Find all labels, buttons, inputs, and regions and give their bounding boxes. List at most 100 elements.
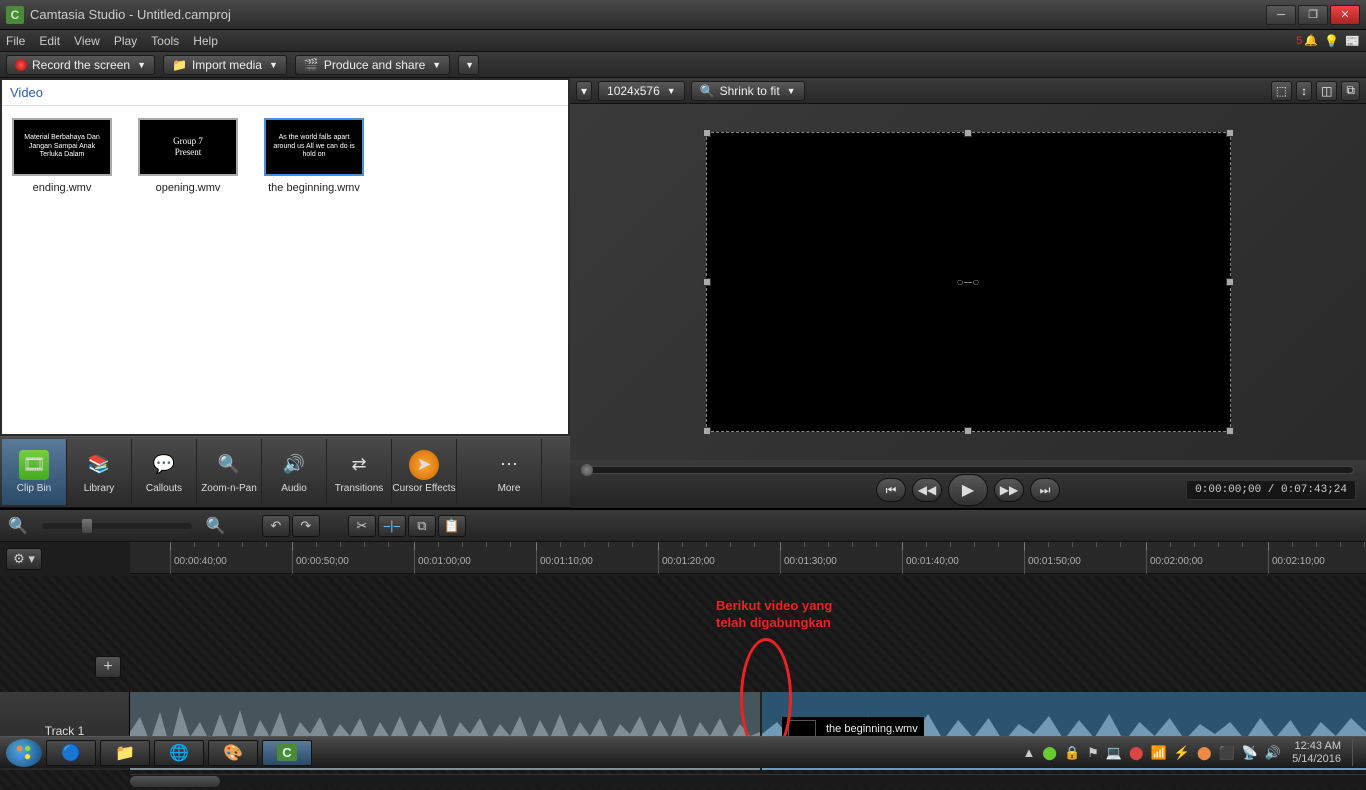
menu-edit[interactable]: Edit <box>39 34 60 48</box>
timeline-scrollbar[interactable] <box>130 774 1366 788</box>
produce-share-button[interactable]: 🎬Produce and share▼ <box>295 55 450 75</box>
clip-thumb: Material Berbahaya Dan Jangan Sampai Ana… <box>12 118 112 176</box>
tray-icon[interactable]: ⬛ <box>1219 745 1235 761</box>
tray-icon[interactable]: ▲ <box>1023 745 1036 760</box>
tray-icon[interactable]: 📶 <box>1151 745 1167 761</box>
tray-icon[interactable]: ⬤ <box>1197 745 1212 761</box>
cut-button[interactable]: ✂ <box>348 515 376 537</box>
feed-icon[interactable]: 📰 <box>1345 34 1360 48</box>
produce-icon: 🎬 <box>304 58 319 72</box>
import-media-button[interactable]: 📁Import media▼ <box>163 55 287 75</box>
preview-tool-1[interactable]: ⬚ <box>1271 81 1292 101</box>
scrubber[interactable] <box>582 466 1354 474</box>
preview-canvas[interactable]: ○─○ <box>570 104 1366 460</box>
preview-tool-3[interactable]: ◫ <box>1316 81 1337 101</box>
clip-name: ending.wmv <box>12 182 112 194</box>
step-fwd-button[interactable]: ▶▶ <box>994 478 1024 502</box>
play-button[interactable]: ▶ <box>948 474 988 506</box>
menu-tools[interactable]: Tools <box>151 34 179 48</box>
next-clip-button[interactable]: ⏭ <box>1030 478 1060 502</box>
library-icon: 📚 <box>84 450 114 480</box>
notification-badge[interactable]: 5 🔔 <box>1296 34 1318 47</box>
zoom-icon: 🔍 <box>214 450 244 480</box>
clip-item[interactable]: Material Berbahaya Dan Jangan Sampai Ana… <box>12 118 112 194</box>
center-handle[interactable]: ○─○ <box>957 275 980 289</box>
tray-clock[interactable]: 12:43 AM5/14/2016 <box>1288 740 1345 764</box>
taskbar-explorer[interactable]: 📁 <box>100 740 150 766</box>
tray-icon[interactable]: ⚑ <box>1087 745 1099 761</box>
annotation-text: Berikut video yang telah digabungkan <box>716 598 832 632</box>
taskbar-chrome[interactable]: 🌐 <box>154 740 204 766</box>
tool-more[interactable]: ⋯More <box>477 439 542 505</box>
taskbar-app-1[interactable]: 🔵 <box>46 740 96 766</box>
prev-clip-button[interactable]: ⏮ <box>876 478 906 502</box>
tool-cursor[interactable]: ➤Cursor Effects <box>392 439 457 505</box>
taskbar-paint[interactable]: 🎨 <box>208 740 258 766</box>
callouts-icon: 💬 <box>149 450 179 480</box>
tool-library[interactable]: 📚Library <box>67 439 132 505</box>
preview-panel: ▾ 1024x576▼ 🔍 Shrink to fit▼ ⬚ ↕ ◫ ⧉ ○─○… <box>570 78 1366 508</box>
paste-button[interactable]: 📋 <box>438 515 466 537</box>
tip-icon[interactable]: 💡 <box>1324 34 1339 48</box>
zoom-out-icon[interactable]: 🔍 <box>8 516 28 536</box>
timecode: 0:00:00;00 / 0:07:43;24 <box>1186 480 1356 500</box>
zoom-in-icon[interactable]: 🔍 <box>206 516 226 536</box>
add-track-button[interactable]: + <box>95 656 121 678</box>
cursor-icon: ➤ <box>409 450 439 480</box>
tool-zoom[interactable]: 🔍Zoom-n-Pan <box>197 439 262 505</box>
more-icon: ⋯ <box>494 450 524 480</box>
timeline-ruler[interactable]: 00:00:40;0000:00:50;0000:01:00;0000:01:1… <box>130 542 1366 574</box>
dropdown-extra[interactable]: ▼ <box>458 55 479 75</box>
tool-audio[interactable]: 🔊Audio <box>262 439 327 505</box>
menu-view[interactable]: View <box>74 34 100 48</box>
tray-volume-icon[interactable]: 🔊 <box>1265 745 1281 761</box>
main-toolbar: Record the screen▼ 📁Import media▼ 🎬Produ… <box>0 52 1366 78</box>
tray-icon[interactable]: ⬤ <box>1042 745 1057 761</box>
menubar: File Edit View Play Tools Help 5 🔔 💡 📰 <box>0 30 1366 52</box>
clip-thumb: Group 7 Present <box>138 118 238 176</box>
menu-file[interactable]: File <box>6 34 25 48</box>
clip-bin-panel: Video Material Berbahaya Dan Jangan Samp… <box>2 80 568 434</box>
start-button[interactable] <box>6 739 42 767</box>
preview-dims[interactable]: 1024x576▼ <box>598 81 685 101</box>
menu-help[interactable]: Help <box>193 34 218 48</box>
maximize-button[interactable]: ❐ <box>1298 5 1328 25</box>
tray-icon[interactable]: 💻 <box>1106 745 1122 761</box>
clip-name: the beginning.wmv <box>264 182 364 194</box>
timeline-options[interactable]: ⚙ ▾ <box>6 548 42 570</box>
folder-icon: 📁 <box>172 58 187 72</box>
tool-clipbin[interactable]: 🎞Clip Bin <box>2 439 67 505</box>
tray-icon[interactable]: ⬤ <box>1129 745 1144 761</box>
preview-detach[interactable]: ⧉ <box>1341 81 1360 101</box>
tray-network-icon[interactable]: 📡 <box>1242 745 1258 761</box>
undo-button[interactable]: ↶ <box>262 515 290 537</box>
show-desktop[interactable] <box>1352 740 1360 766</box>
clip-item[interactable]: Group 7 Present opening.wmv <box>138 118 238 194</box>
preview-tool-2[interactable]: ↕ <box>1296 81 1312 101</box>
minimize-button[interactable]: ─ <box>1266 5 1296 25</box>
zoom-slider[interactable] <box>42 523 192 529</box>
record-screen-button[interactable]: Record the screen▼ <box>6 55 155 75</box>
taskbar: 🔵 📁 🌐 🎨 C ▲ ⬤ 🔒 ⚑ 💻 ⬤ 📶 ⚡ ⬤ ⬛ 📡 🔊 12:43 … <box>0 736 1366 768</box>
redo-button[interactable]: ↷ <box>292 515 320 537</box>
menu-play[interactable]: Play <box>114 34 137 48</box>
split-button[interactable]: ⎯|⎯ <box>378 515 406 537</box>
tray-icon[interactable]: 🔒 <box>1064 745 1080 761</box>
tool-callouts[interactable]: 💬Callouts <box>132 439 197 505</box>
system-tray: ▲ ⬤ 🔒 ⚑ 💻 ⬤ 📶 ⚡ ⬤ ⬛ 📡 🔊 12:43 AM5/14/201… <box>1023 740 1360 766</box>
taskbar-camtasia[interactable]: C <box>262 740 312 766</box>
canvas-frame[interactable]: ○─○ <box>706 132 1231 432</box>
clip-name: opening.wmv <box>138 182 238 194</box>
playback-controls: ⏮ ◀◀ ▶ ▶▶ ⏭ 0:00:00;00 / 0:07:43;24 <box>570 460 1366 508</box>
tool-transitions[interactable]: ⇄Transitions <box>327 439 392 505</box>
audio-icon: 🔊 <box>279 450 309 480</box>
copy-button[interactable]: ⧉ <box>408 515 436 537</box>
clip-item[interactable]: As the world falls apart around us All w… <box>264 118 364 194</box>
close-button[interactable]: ✕ <box>1330 5 1360 25</box>
tools-tabs: 🎞Clip Bin 📚Library 💬Callouts 🔍Zoom-n-Pan… <box>0 436 570 508</box>
preview-shrink[interactable]: 🔍 Shrink to fit▼ <box>691 81 805 101</box>
step-back-button[interactable]: ◀◀ <box>912 478 942 502</box>
tray-icon[interactable]: ⚡ <box>1174 745 1190 761</box>
preview-prev[interactable]: ▾ <box>576 81 592 101</box>
clip-thumb: As the world falls apart around us All w… <box>264 118 364 176</box>
